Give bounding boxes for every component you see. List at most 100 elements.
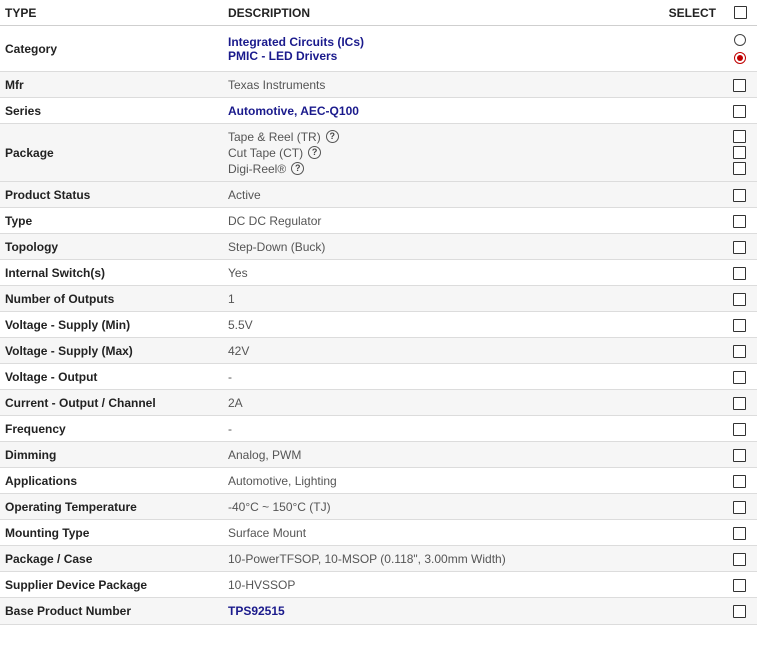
row-checkbox[interactable] — [733, 214, 746, 228]
attribute-name: Product Status — [0, 181, 223, 208]
attribute-value: Step-Down (Buck) — [223, 233, 663, 260]
row-checkbox[interactable] — [733, 448, 746, 462]
attribute-value: 42V — [223, 337, 663, 364]
attribute-value: Active — [223, 181, 663, 208]
package-checkbox-tr[interactable] — [733, 130, 746, 143]
attribute-value: Automotive, Lighting — [223, 467, 663, 494]
row-checkbox[interactable] — [733, 240, 746, 254]
select-cell — [663, 441, 757, 468]
package-option: Tape & Reel (TR) ? — [228, 129, 663, 145]
row-checkbox[interactable] — [733, 370, 746, 384]
row-checkbox[interactable] — [733, 188, 746, 202]
table-row: Operating Temperature -40°C ~ 150°C (TJ) — [0, 493, 757, 520]
attribute-value: 10-HVSSOP — [223, 571, 663, 598]
category-link-ics[interactable]: Integrated Circuits (ICs) — [228, 35, 663, 49]
select-cell — [663, 545, 757, 572]
select-cell — [663, 233, 757, 260]
attribute-name: Base Product Number — [0, 597, 223, 625]
row-checkbox[interactable] — [733, 318, 746, 332]
attribute-value: Automotive, AEC-Q100 — [223, 97, 663, 124]
table-row-base-product: Base Product Number TPS92515 — [0, 597, 757, 625]
package-checkbox-digireel[interactable] — [733, 162, 746, 175]
attribute-value: 1 — [223, 285, 663, 312]
attribute-name: Voltage - Supply (Max) — [0, 337, 223, 364]
row-checkbox[interactable] — [733, 552, 746, 566]
select-cell — [663, 207, 757, 234]
description-column-header: DESCRIPTION — [223, 0, 663, 26]
attribute-name: Series — [0, 97, 223, 124]
attribute-name: Mounting Type — [0, 519, 223, 546]
package-checkbox-ct[interactable] — [733, 146, 746, 159]
select-cell — [663, 123, 757, 182]
attribute-name: Type — [0, 207, 223, 234]
table-row: Type DC DC Regulator — [0, 207, 757, 234]
row-checkbox[interactable] — [733, 266, 746, 280]
select-header-label: SELECT — [668, 5, 716, 20]
attribute-value: -40°C ~ 150°C (TJ) — [223, 493, 663, 520]
table-row-category: Category Integrated Circuits (ICs) PMIC … — [0, 25, 757, 72]
attribute-name: Frequency — [0, 415, 223, 442]
row-checkbox[interactable] — [733, 78, 746, 92]
row-checkbox[interactable] — [733, 605, 746, 619]
table-row: Topology Step-Down (Buck) — [0, 233, 757, 260]
attribute-value: 2A — [223, 389, 663, 416]
table-row: Dimming Analog, PWM — [0, 441, 757, 468]
row-checkbox[interactable] — [733, 396, 746, 410]
row-checkbox[interactable] — [733, 578, 746, 592]
attribute-value: - — [223, 415, 663, 442]
table-row: Product Status Active — [0, 181, 757, 208]
select-all-checkbox[interactable] — [734, 6, 747, 19]
attribute-value: Surface Mount — [223, 519, 663, 546]
category-radio-led-drivers[interactable] — [734, 51, 746, 64]
attribute-name: Dimming — [0, 441, 223, 468]
table-row: Voltage - Output - — [0, 363, 757, 390]
row-checkbox[interactable] — [733, 422, 746, 436]
select-cell — [663, 519, 757, 546]
row-checkbox[interactable] — [733, 474, 746, 488]
select-cell — [663, 467, 757, 494]
select-cell — [663, 597, 757, 625]
help-icon[interactable]: ? — [325, 130, 339, 143]
attribute-value: Analog, PWM — [223, 441, 663, 468]
select-cell — [663, 311, 757, 338]
table-row: Applications Automotive, Lighting — [0, 467, 757, 494]
attribute-name: Internal Switch(s) — [0, 259, 223, 286]
attribute-value: 5.5V — [223, 311, 663, 338]
select-cell — [663, 25, 757, 72]
table-row: Current - Output / Channel 2A — [0, 389, 757, 416]
attribute-value: DC DC Regulator — [223, 207, 663, 234]
attribute-value: Yes — [223, 259, 663, 286]
row-checkbox[interactable] — [733, 500, 746, 514]
select-cell — [663, 363, 757, 390]
table-row-mfr: Mfr Texas Instruments — [0, 71, 757, 98]
row-checkbox[interactable] — [733, 526, 746, 540]
package-option: Cut Tape (CT) ? — [228, 145, 663, 161]
attribute-value: Tape & Reel (TR) ? Cut Tape (CT) ? Digi-… — [223, 123, 663, 182]
category-link-led-drivers[interactable]: PMIC - LED Drivers — [228, 49, 663, 63]
row-checkbox[interactable] — [733, 292, 746, 306]
select-cell — [663, 337, 757, 364]
help-icon[interactable]: ? — [308, 146, 322, 159]
attribute-name: Mfr — [0, 71, 223, 98]
attribute-name: Topology — [0, 233, 223, 260]
select-cell — [663, 259, 757, 286]
table-header-row: TYPE DESCRIPTION SELECT — [0, 0, 757, 26]
row-checkbox[interactable] — [733, 104, 746, 118]
package-option: Digi-Reel® ? — [228, 161, 663, 177]
attribute-value: 10-PowerTFSOP, 10-MSOP (0.118", 3.00mm W… — [223, 545, 663, 572]
select-cell — [663, 97, 757, 124]
base-product-link[interactable]: TPS92515 — [228, 604, 663, 618]
category-radio-ics[interactable] — [734, 33, 746, 46]
help-icon[interactable]: ? — [291, 162, 305, 175]
attribute-name: Voltage - Supply (Min) — [0, 311, 223, 338]
attribute-name: Package — [0, 123, 223, 182]
attribute-name: Supplier Device Package — [0, 571, 223, 598]
attribute-name: Voltage - Output — [0, 363, 223, 390]
series-link[interactable]: Automotive, AEC-Q100 — [228, 104, 663, 118]
table-row-package: Package Tape & Reel (TR) ? Cut Tape (CT)… — [0, 123, 757, 182]
table-row-series: Series Automotive, AEC-Q100 — [0, 97, 757, 124]
attribute-name: Operating Temperature — [0, 493, 223, 520]
select-cell — [663, 181, 757, 208]
row-checkbox[interactable] — [733, 344, 746, 358]
attribute-value: Texas Instruments — [223, 71, 663, 98]
